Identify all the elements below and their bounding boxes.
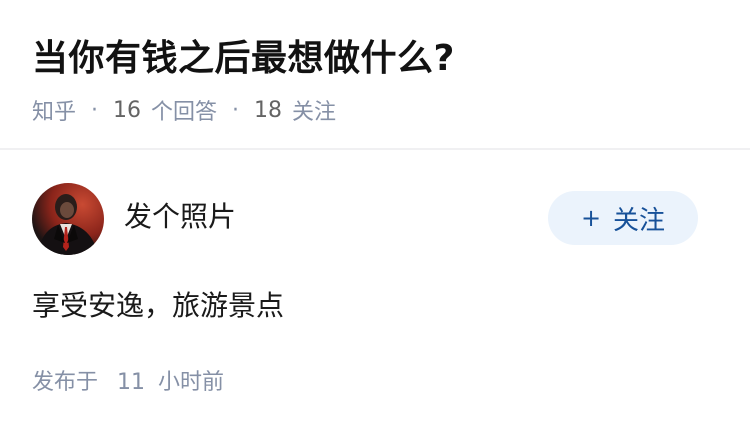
question-header: 当你有钱之后最想做什么? 知乎 · 16 个回答 · 18 关注 <box>0 0 750 150</box>
avatar[interactable] <box>32 183 104 255</box>
meta-separator: · <box>232 97 240 123</box>
time-number: 11 <box>117 370 146 395</box>
meta-separator: · <box>91 97 99 123</box>
answer-timestamp: 发布于 11 小时前 <box>32 366 224 400</box>
time-unit: 小时前 <box>158 370 225 395</box>
plus-icon: + <box>580 204 602 232</box>
follower-count-unit: 关注 <box>292 100 337 125</box>
question-meta: 知乎 · 16 个回答 · 18 关注 <box>32 92 336 128</box>
answer-count: 16 <box>113 97 142 123</box>
follow-button[interactable]: + 关注 <box>548 191 698 245</box>
avatar-portrait-icon <box>38 194 98 255</box>
answer-content[interactable]: 享受安逸，旅游景点 <box>32 286 284 326</box>
follower-count: 18 <box>254 97 283 123</box>
answer-count-unit: 个回答 <box>151 100 218 125</box>
author-name[interactable]: 发个照片 <box>124 197 236 237</box>
source-label[interactable]: 知乎 <box>32 94 76 126</box>
author-row: 发个照片 + 关注 <box>32 183 718 257</box>
question-title[interactable]: 当你有钱之后最想做什么? <box>32 34 455 84</box>
follow-button-label: 关注 <box>613 205 666 236</box>
answer-card: 发个照片 + 关注 享受安逸，旅游景点 发布于 11 小时前 <box>0 150 750 434</box>
time-label: 发布于 <box>32 370 99 395</box>
